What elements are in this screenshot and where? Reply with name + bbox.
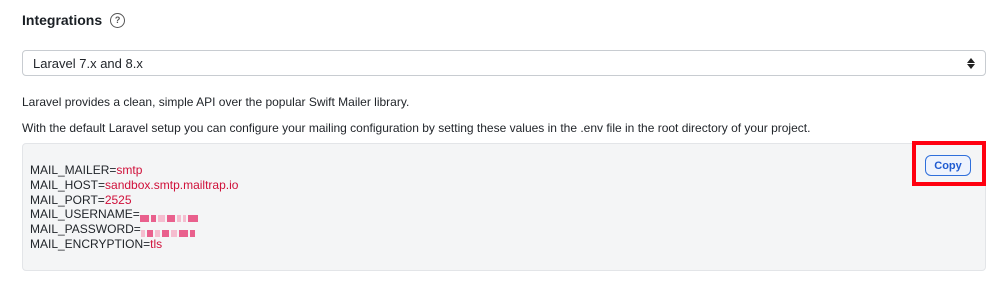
config-code: MAIL_MAILER=smtp MAIL_HOST=sandbox.smtp.… [30, 163, 238, 252]
integrations-header: Integrations ? [22, 12, 126, 28]
description-line-1: Laravel provides a clean, simple API ove… [22, 95, 410, 109]
framework-select[interactable]: Laravel 7.x and 8.x [22, 50, 986, 76]
integrations-title: Integrations [22, 12, 103, 28]
config-line-host: MAIL_HOST=sandbox.smtp.mailtrap.io [30, 177, 239, 192]
config-line-username: MAIL_USERNAME= [30, 207, 238, 223]
config-code-block: MAIL_MAILER=smtp MAIL_HOST=sandbox.smtp.… [22, 143, 986, 271]
copy-button[interactable]: Copy [925, 155, 971, 176]
redacted-password [140, 226, 197, 238]
description-line-2: With the default Laravel setup you can c… [22, 121, 811, 135]
select-arrows-icon [967, 57, 975, 69]
config-line-port: MAIL_PORT=2525 [30, 192, 132, 207]
help-icon[interactable]: ? [110, 12, 126, 28]
config-line-encryption: MAIL_ENCRYPTION=tls [30, 236, 163, 251]
framework-select-value: Laravel 7.x and 8.x [33, 55, 143, 71]
redacted-username [139, 211, 200, 223]
config-line-password: MAIL_PASSWORD= [30, 222, 238, 238]
config-line-mailer: MAIL_MAILER=smtp [30, 163, 143, 177]
